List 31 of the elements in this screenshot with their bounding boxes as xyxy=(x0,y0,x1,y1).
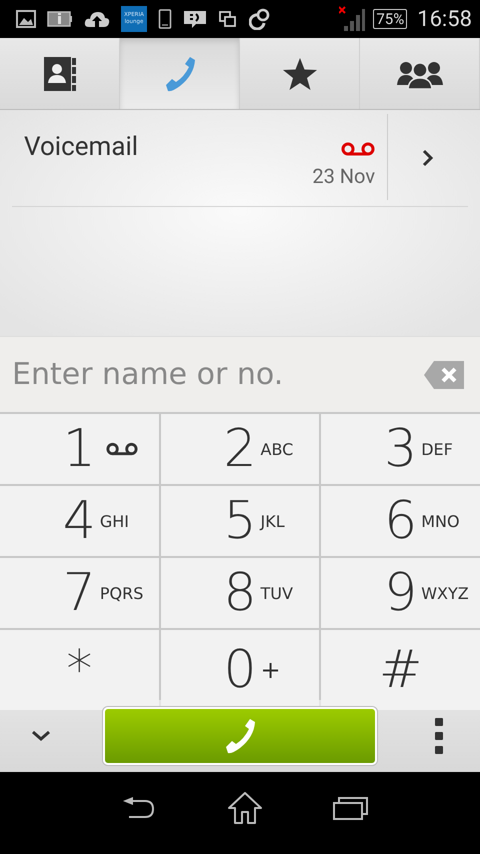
recent-apps-button[interactable] xyxy=(333,796,369,820)
voicemail-icon xyxy=(341,142,375,156)
number-input-field[interactable]: Enter name or no. xyxy=(0,336,416,412)
contact-name[interactable]: Voicemail xyxy=(24,132,138,200)
message-icon xyxy=(183,9,207,29)
recent-apps-icon xyxy=(333,796,369,820)
back-button[interactable] xyxy=(121,796,157,820)
more-icon xyxy=(435,718,443,754)
contact-book-icon xyxy=(42,56,76,92)
home-button[interactable] xyxy=(227,792,263,824)
backspace-icon xyxy=(424,360,464,388)
call-date: 23 Nov xyxy=(312,164,375,188)
chevron-down-icon xyxy=(31,730,51,742)
cloud-upload-icon xyxy=(84,9,110,29)
battery-indicator: 75% xyxy=(373,9,408,29)
tab[interactable] xyxy=(0,38,120,109)
phone-icon xyxy=(158,9,172,29)
chevron-right-icon xyxy=(422,149,434,167)
windows-icon xyxy=(218,9,238,29)
home-icon xyxy=(227,792,263,824)
star-icon xyxy=(282,56,318,90)
picture-icon xyxy=(16,9,36,29)
back-icon xyxy=(121,796,157,820)
info-icon xyxy=(47,9,73,29)
sync-icon xyxy=(249,8,271,30)
tab[interactable] xyxy=(360,38,480,109)
clock-time: 16:58 xyxy=(417,6,472,32)
call-button[interactable] xyxy=(103,707,377,765)
dial-key[interactable]: # xyxy=(321,630,480,710)
dial-key[interactable]: 1 xyxy=(0,414,159,484)
tab[interactable] xyxy=(240,38,360,109)
